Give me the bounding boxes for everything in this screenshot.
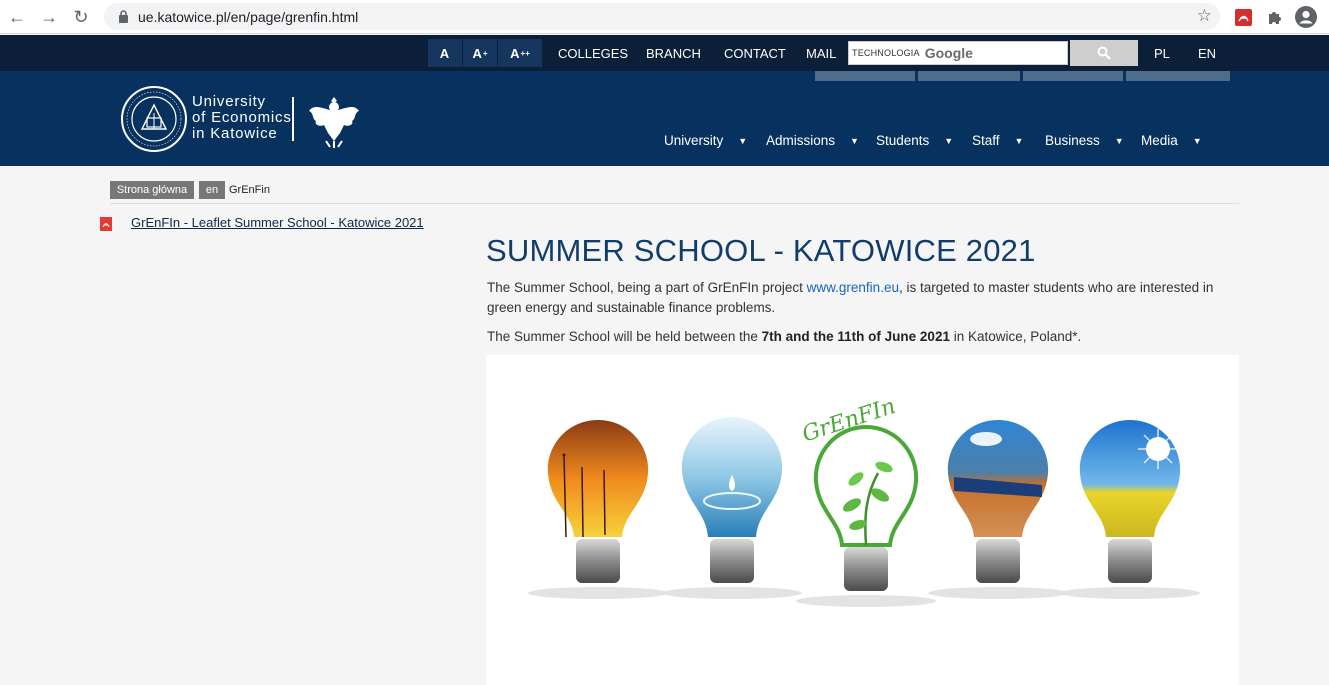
logo-divider [292, 97, 294, 141]
branch-link[interactable]: BRANCH [646, 35, 701, 71]
grenfin-website-link[interactable]: www.grenfin.eu [807, 280, 899, 295]
breadcrumb-lang[interactable]: en [199, 181, 225, 199]
university-seal-icon [121, 86, 187, 152]
lock-icon [116, 10, 130, 24]
browser-toolbar: ← → ↻ ue.katowice.pl/en/page/grenfin.htm… [0, 0, 1329, 34]
search-icon [1097, 46, 1111, 60]
search-input[interactable]: TECHNOLOGIA Google [848, 41, 1068, 65]
chevron-down-icon: ▼ [738, 135, 748, 146]
dates-paragraph: The Summer School will be held between t… [487, 329, 1082, 344]
intro-paragraph: The Summer School, being a part of GrEnF… [487, 280, 1214, 315]
bookmark-star-icon[interactable]: ☆ [1197, 6, 1212, 26]
utility-bar: A A + A ++ COLLEGES BRANCH CONTACT MAIL TE… [0, 35, 1329, 71]
forward-icon[interactable]: → [37, 5, 61, 29]
colleges-link[interactable]: COLLEGES [558, 35, 628, 71]
breadcrumb-divider [110, 203, 1239, 204]
university-name[interactable]: University of Economics in Katowice [192, 94, 292, 142]
header-stripe [1126, 71, 1230, 81]
menu-admissions[interactable]: Admissions ▼ [766, 133, 859, 148]
address-bar[interactable]: ue.katowice.pl/en/page/grenfin.html ☆ [104, 3, 1220, 30]
sunny-field-bulb [1060, 420, 1200, 599]
mail-link[interactable]: MAIL [806, 35, 836, 71]
google-brand-label: Google [924, 45, 973, 61]
breadcrumb-current: GrEnFin [229, 184, 270, 196]
language-en-link[interactable]: EN [1198, 35, 1216, 71]
menu-staff[interactable]: Staff ▼ [972, 133, 1023, 148]
page-title: SUMMER SCHOOL - KATOWICE 2021 [486, 233, 1036, 268]
solar-panel-bulb [928, 420, 1068, 599]
leaflet-pdf-link[interactable]: GrEnFIn - Leaflet Summer School - Katowi… [131, 215, 424, 230]
font-size-large-button[interactable]: A + [463, 39, 497, 67]
grenfin-logo-bulb: GrEnFIn [796, 394, 936, 607]
font-size-larger-button[interactable]: A ++ [498, 39, 542, 67]
header-stripe [918, 71, 1020, 81]
breadcrumb-home[interactable]: Strona główna [110, 181, 194, 199]
menu-business[interactable]: Business ▼ [1045, 133, 1124, 148]
chevron-down-icon: ▼ [1014, 135, 1024, 146]
contact-link[interactable]: CONTACT [724, 35, 786, 71]
chevron-down-icon: ▼ [944, 135, 954, 146]
water-drop-bulb [662, 417, 802, 599]
header-stripe [1023, 71, 1123, 81]
wind-turbine-bulb [528, 420, 668, 599]
language-pl-link[interactable]: PL [1154, 35, 1170, 71]
back-icon[interactable]: ← [5, 5, 29, 29]
profile-avatar-icon[interactable] [1294, 5, 1318, 29]
chevron-down-icon: ▼ [850, 135, 859, 146]
pdf-extension-icon[interactable] [1231, 5, 1255, 29]
menu-media[interactable]: Media ▼ [1141, 133, 1202, 148]
search-button[interactable] [1070, 40, 1138, 66]
menu-students[interactable]: Students ▼ [876, 133, 953, 148]
header-stripe [815, 71, 915, 81]
chevron-down-icon: ▼ [1114, 135, 1124, 146]
url-text: ue.katowice.pl/en/page/grenfin.html [138, 8, 359, 25]
extensions-puzzle-icon[interactable] [1263, 5, 1287, 29]
pdf-file-icon [100, 217, 112, 231]
search-prefix-label: TECHNOLOGIA [852, 48, 920, 58]
lightbulbs-banner-image: GrEnFIn [486, 355, 1239, 685]
chevron-down-icon: ▼ [1192, 135, 1202, 146]
reload-icon[interactable]: ↻ [69, 5, 93, 29]
polish-eagle-icon [309, 97, 359, 148]
font-size-normal-button[interactable]: A [428, 39, 462, 67]
site-header: University of Economics in Katowice Univ… [0, 71, 1329, 166]
menu-university[interactable]: University ▼ [664, 133, 747, 148]
